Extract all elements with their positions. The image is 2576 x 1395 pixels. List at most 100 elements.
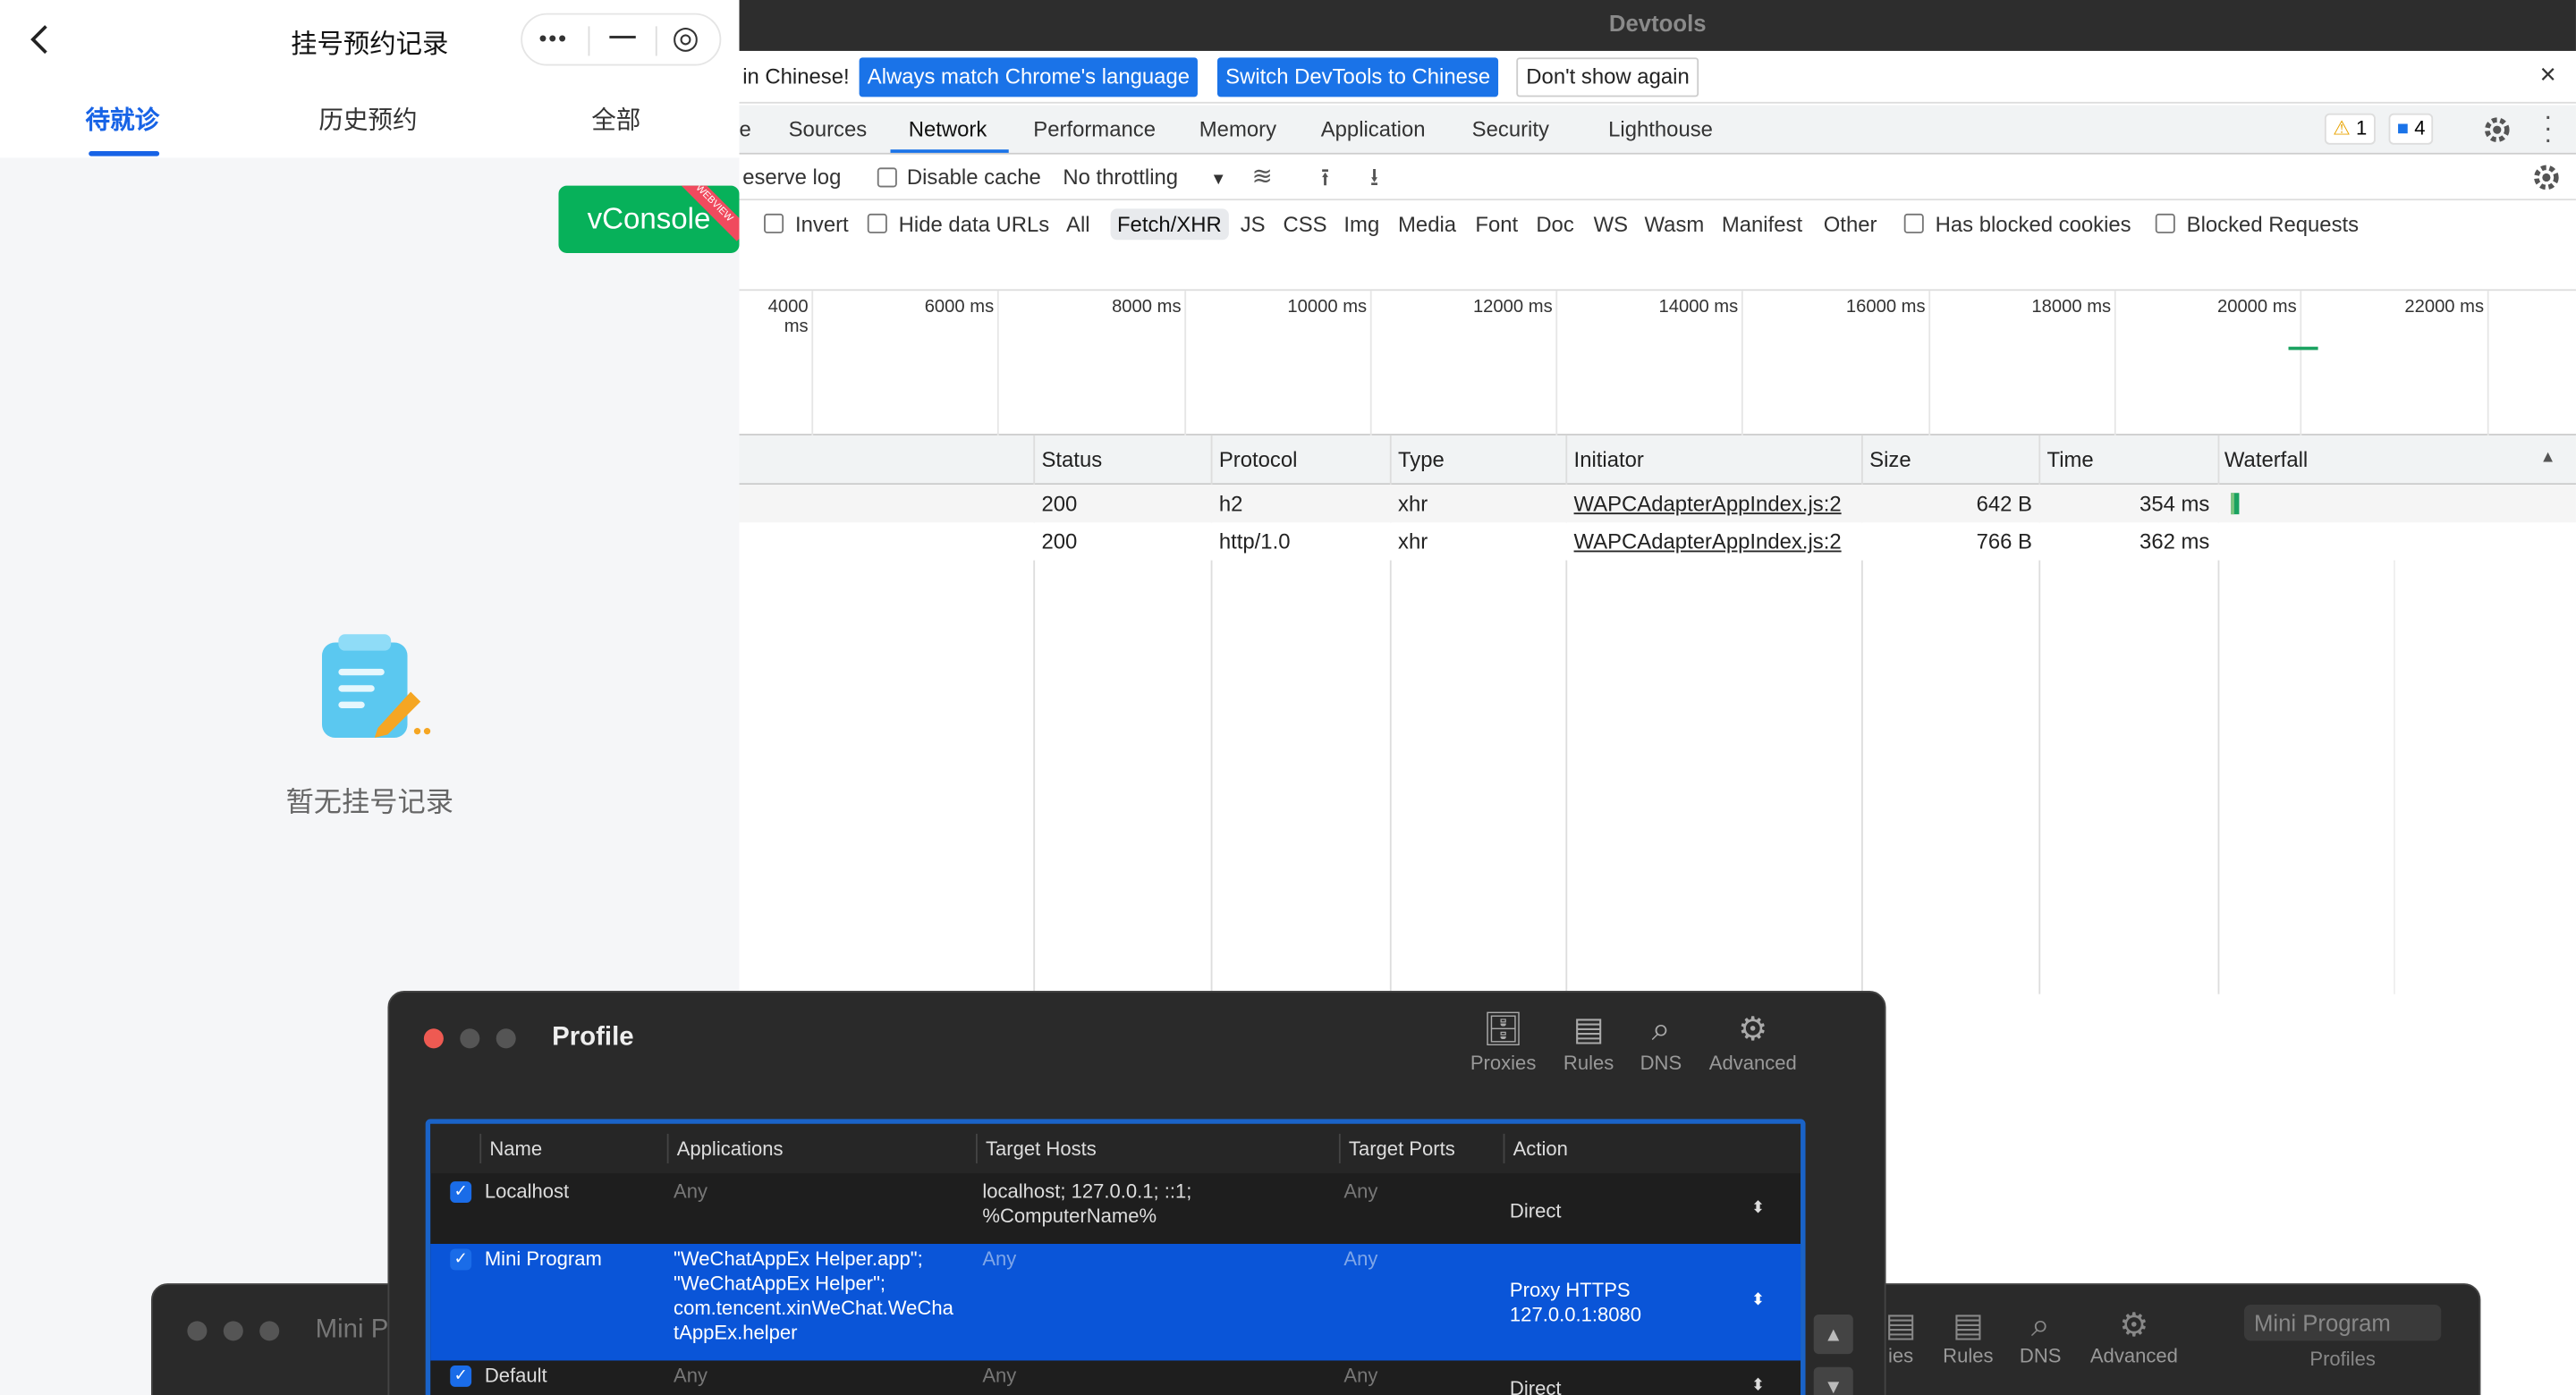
tab-sources[interactable]: Sources	[789, 116, 868, 141]
network-overview-timeline[interactable]: 4000 ms 6000 ms 8000 ms 10000 ms 12000 m…	[739, 289, 2576, 437]
blocked-requests-checkbox[interactable]	[2155, 213, 2175, 233]
filter-img[interactable]: Img	[1343, 212, 1379, 237]
column-header-target-hosts[interactable]: Target Hosts	[986, 1137, 1097, 1162]
dns-button[interactable]: ⌕ DNS	[1628, 1009, 1693, 1075]
filter-all[interactable]: All	[1066, 212, 1090, 237]
zoom-window-button[interactable]	[259, 1321, 280, 1341]
filter-doc[interactable]: Doc	[1536, 212, 1573, 237]
throttling-value: No throttling	[1063, 164, 1179, 190]
tab-pending[interactable]: 待就诊	[86, 102, 160, 137]
close-infobar-icon[interactable]: ×	[2540, 59, 2556, 92]
timeline-gridline	[811, 291, 814, 437]
tab-memory[interactable]: Memory	[1199, 116, 1276, 141]
zoom-window-button[interactable]	[496, 1028, 516, 1049]
column-header-protocol[interactable]: Protocol	[1219, 447, 1298, 472]
active-tab-indicator	[89, 151, 160, 156]
filter-font[interactable]: Font	[1475, 212, 1518, 237]
advanced-button[interactable]: ⚙ Advanced	[1704, 1009, 1802, 1075]
request-initiator-link[interactable]: WAPCAdapterAppIndex.js:2	[1574, 491, 1842, 516]
filter-media[interactable]: Media	[1398, 212, 1456, 237]
rules-icon: ▤	[1572, 1011, 1605, 1049]
filter-css[interactable]: CSS	[1283, 212, 1326, 237]
column-header-initiator[interactable]: Initiator	[1574, 447, 1644, 472]
filter-manifest[interactable]: Manifest	[1722, 212, 1802, 237]
more-options-icon[interactable]: · · ·	[2543, 105, 2553, 154]
hide-data-urls-checkbox[interactable]	[867, 213, 887, 233]
filter-js[interactable]: JS	[1241, 212, 1266, 237]
filter-ws[interactable]: WS	[1594, 212, 1628, 237]
import-har-icon[interactable]: ⭱	[1321, 161, 1330, 202]
column-header-waterfall[interactable]: Waterfall	[2224, 447, 2308, 472]
invert-checkbox[interactable]	[764, 213, 784, 233]
action-stepper-icon[interactable]: ⬍	[1751, 1289, 1765, 1314]
close-window-button[interactable]	[187, 1321, 208, 1341]
column-header-name[interactable]: Name	[489, 1137, 542, 1162]
proxies-button[interactable]: 🗄 Proxies	[1470, 1009, 1536, 1075]
more-icon[interactable]: •••	[538, 25, 568, 51]
timeline-gridline	[1369, 291, 1372, 437]
filter-wasm[interactable]: Wasm	[1645, 212, 1705, 237]
messages-badge[interactable]: ■ 4	[2388, 113, 2434, 145]
rule-name: Default	[484, 1364, 547, 1387]
rule-action[interactable]: Direct	[1510, 1199, 1562, 1224]
move-rule-down-button[interactable]: ▼	[1813, 1366, 1853, 1395]
column-header-status[interactable]: Status	[1041, 447, 1102, 472]
rule-action[interactable]: Proxy HTTPS 127.0.0.1:8080	[1510, 1279, 1641, 1328]
vconsole-button[interactable]: vConsole WEBVIEW	[558, 185, 740, 253]
tab-network[interactable]: Network	[909, 116, 987, 141]
column-header-target-ports[interactable]: Target Ports	[1349, 1137, 1455, 1162]
rule-target-hosts: Any	[982, 1247, 1017, 1271]
dont-show-again-button[interactable]: Don't show again	[1516, 57, 1699, 97]
tab-performance[interactable]: Performance	[1033, 116, 1156, 141]
warnings-badge[interactable]: ⚠ 1	[2324, 113, 2376, 145]
settings-gear-icon[interactable]	[2482, 115, 2512, 145]
export-har-icon[interactable]: ⭳	[1370, 161, 1379, 202]
warnings-count: 1	[2356, 116, 2368, 140]
action-stepper-icon[interactable]: ⬍	[1751, 1374, 1765, 1395]
tab-elements-partial[interactable]: e	[740, 116, 751, 141]
tab-security[interactable]: Security	[1472, 116, 1549, 141]
column-header-type[interactable]: Type	[1398, 447, 1445, 472]
rule-action[interactable]: Direct	[1510, 1377, 1562, 1395]
filter-other[interactable]: Other	[1824, 212, 1877, 237]
filter-fetch-xhr[interactable]: Fetch/XHR	[1110, 208, 1229, 241]
match-language-button[interactable]: Always match Chrome's language	[859, 57, 1199, 97]
minimize-icon[interactable]: —	[609, 23, 635, 53]
disable-cache-checkbox[interactable]	[877, 167, 897, 188]
preserve-log-label[interactable]: eserve log	[742, 165, 841, 190]
column-header-applications[interactable]: Applications	[677, 1137, 784, 1162]
tab-all[interactable]: 全部	[591, 102, 640, 137]
close-window-button[interactable]	[423, 1028, 444, 1049]
minimize-window-button[interactable]	[223, 1321, 243, 1341]
column-header-time[interactable]: Time	[2047, 447, 2094, 472]
table-row[interactable]	[430, 1360, 1801, 1395]
action-stepper-icon[interactable]: ⬍	[1751, 1196, 1765, 1222]
column-header-size[interactable]: Size	[1869, 447, 1911, 472]
tab-history[interactable]: 历史预约	[318, 102, 417, 137]
dns-icon: ⌕	[2030, 1307, 2050, 1345]
toolbar-button[interactable]: ⚙ Advanced	[2085, 1308, 2183, 1367]
request-initiator-link[interactable]: WAPCAdapterAppIndex.js:2	[1574, 529, 1842, 554]
sort-ascending-icon[interactable]: ▲	[2540, 449, 2556, 467]
close-mini-program-icon[interactable]: ◎	[672, 20, 699, 57]
rule-enabled-checkbox[interactable]: ✓	[450, 1181, 472, 1204]
network-settings-gear-icon[interactable]	[2531, 163, 2561, 192]
column-header-action[interactable]: Action	[1513, 1137, 1568, 1162]
network-conditions-icon[interactable]: ≋	[1252, 161, 1273, 190]
rules-table: Name Applications Target Hosts Target Po…	[425, 1119, 1806, 1395]
rules-button[interactable]: ▤ Rules	[1555, 1009, 1621, 1075]
tab-lighthouse[interactable]: Lighthouse	[1608, 116, 1713, 141]
minimize-window-button[interactable]	[460, 1028, 480, 1049]
tab-application[interactable]: Application	[1321, 116, 1426, 141]
toolbar-button[interactable]: ⌕ DNS	[2004, 1308, 2077, 1367]
switch-to-chinese-button[interactable]: Switch DevTools to Chinese	[1216, 57, 1499, 97]
disable-cache-label: Disable cache	[906, 164, 1041, 190]
blocked-cookies-checkbox[interactable]	[1903, 213, 1924, 233]
throttling-select[interactable]: No throttling ▼	[1063, 165, 1226, 190]
toolbar-button[interactable]: ▤ Rules	[1932, 1308, 2004, 1367]
rule-enabled-checkbox[interactable]: ✓	[450, 1365, 472, 1387]
move-rule-up-button[interactable]: ▲	[1813, 1315, 1853, 1355]
profile-select[interactable]: Mini Program	[2243, 1304, 2442, 1341]
rule-enabled-checkbox[interactable]: ✓	[450, 1248, 472, 1271]
infobar-message: in Chinese!	[742, 63, 850, 89]
